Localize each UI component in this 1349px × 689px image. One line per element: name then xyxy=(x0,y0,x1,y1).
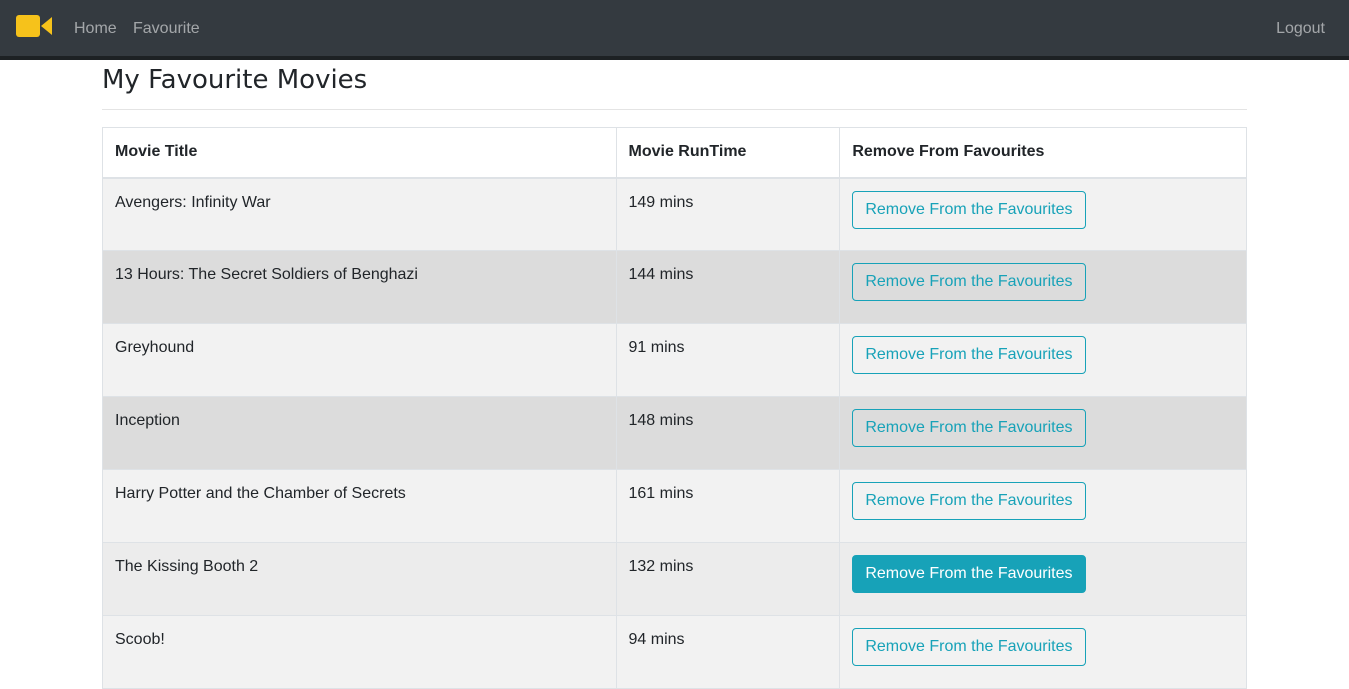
table-row: Inception 148 mins Remove From the Favou… xyxy=(102,396,1247,470)
movie-runtime: 91 mins xyxy=(615,323,841,397)
remove-favourite-button[interactable]: Remove From the Favourites xyxy=(852,190,1086,229)
table-row: The Kissing Booth 2 132 mins Remove From… xyxy=(102,542,1247,616)
movie-runtime: 132 mins xyxy=(615,542,841,616)
remove-favourite-button[interactable]: Remove From the Favourites xyxy=(852,628,1086,666)
action-cell: Remove From the Favourites xyxy=(839,469,1247,543)
action-cell: Remove From the Favourites xyxy=(839,615,1247,689)
movie-runtime: 161 mins xyxy=(615,469,841,543)
movie-title: The Kissing Booth 2 xyxy=(102,542,617,616)
remove-favourite-button[interactable]: Remove From the Favourites xyxy=(852,482,1086,520)
movie-title: Scoob! xyxy=(102,615,617,689)
movie-title: 13 Hours: The Secret Soldiers of Benghaz… xyxy=(102,250,617,324)
movie-title: Harry Potter and the Chamber of Secrets xyxy=(102,469,617,543)
table-row: Avengers: Infinity War 149 mins Remove F… xyxy=(102,177,1247,251)
nav-home-link[interactable]: Home xyxy=(74,19,117,39)
movie-title: Greyhound xyxy=(102,323,617,397)
table-header-row: Movie Title Movie RunTime Remove From Fa… xyxy=(102,127,1247,179)
column-header-title: Movie Title xyxy=(102,127,617,179)
video-camera-icon[interactable] xyxy=(16,15,52,37)
action-cell: Remove From the Favourites xyxy=(839,250,1247,324)
nav-logout-link[interactable]: Logout xyxy=(1276,19,1325,39)
remove-favourite-button[interactable]: Remove From the Favourites xyxy=(852,555,1086,593)
action-cell: Remove From the Favourites xyxy=(839,396,1247,470)
movie-title: Inception xyxy=(102,396,617,470)
movie-title: Avengers: Infinity War xyxy=(102,177,617,251)
navbar: Home Favourite Logout xyxy=(0,0,1349,60)
movie-runtime: 148 mins xyxy=(615,396,841,470)
movie-runtime: 149 mins xyxy=(615,177,841,251)
remove-favourite-button[interactable]: Remove From the Favourites xyxy=(852,263,1086,301)
table-row: Harry Potter and the Chamber of Secrets … xyxy=(102,469,1247,543)
action-cell: Remove From the Favourites xyxy=(839,323,1247,397)
favourites-table: Movie Title Movie RunTime Remove From Fa… xyxy=(102,127,1247,689)
table-row: Greyhound 91 mins Remove From the Favour… xyxy=(102,323,1247,397)
main-content: My Favourite Movies Movie Title Movie Ru… xyxy=(102,60,1247,689)
nav-favourite-link[interactable]: Favourite xyxy=(133,19,200,39)
column-header-remove: Remove From Favourites xyxy=(839,127,1247,179)
action-cell: Remove From the Favourites xyxy=(839,177,1247,251)
column-header-runtime: Movie RunTime xyxy=(615,127,841,179)
movie-runtime: 144 mins xyxy=(615,250,841,324)
movie-runtime: 94 mins xyxy=(615,615,841,689)
table-row: 13 Hours: The Secret Soldiers of Benghaz… xyxy=(102,250,1247,324)
remove-favourite-button[interactable]: Remove From the Favourites xyxy=(852,336,1086,374)
action-cell: Remove From the Favourites xyxy=(839,542,1247,616)
remove-favourite-button[interactable]: Remove From the Favourites xyxy=(852,409,1086,447)
table-row: Scoob! 94 mins Remove From the Favourite… xyxy=(102,615,1247,689)
page-title: My Favourite Movies xyxy=(102,61,1247,110)
